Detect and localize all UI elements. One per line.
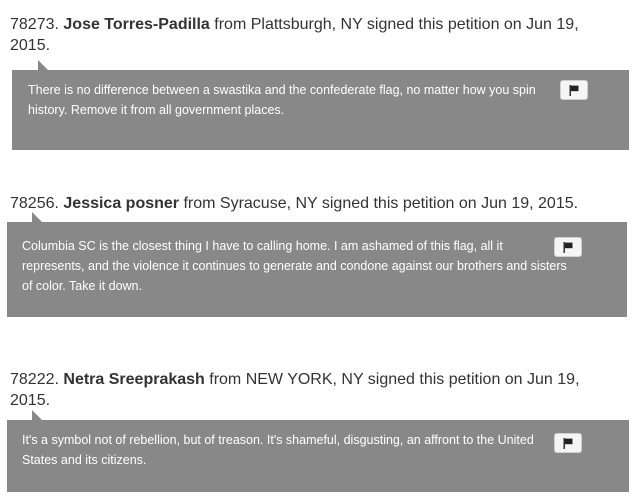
- flag-button[interactable]: [560, 80, 588, 100]
- signature-header: 78273. Jose Torres-Padilla from Plattsbu…: [0, 14, 634, 56]
- comment-bubble: There is no difference between a swastik…: [12, 60, 629, 150]
- flag-icon: [563, 437, 573, 449]
- flag-icon: [569, 84, 579, 96]
- signature-number: 78222.: [10, 371, 59, 388]
- signer-name: Netra Sreeprakash: [63, 371, 205, 388]
- signature-header: 78256. Jessica posner from Syracuse, NY …: [0, 193, 634, 214]
- signature-entry: 78273. Jose Torres-Padilla from Plattsbu…: [0, 14, 634, 150]
- signature-number: 78256.: [10, 195, 59, 212]
- signer-name: Jessica posner: [63, 195, 180, 212]
- signature-entry: 78222. Netra Sreeprakash from NEW YORK, …: [0, 369, 634, 492]
- signer-name: Jose Torres-Padilla: [63, 16, 210, 33]
- signature-entry: 78256. Jessica posner from Syracuse, NY …: [0, 193, 634, 317]
- signature-number: 78273.: [10, 16, 59, 33]
- comment-text: Columbia SC is the closest thing I have …: [22, 239, 567, 293]
- flag-button[interactable]: [554, 237, 582, 257]
- signature-header: 78222. Netra Sreeprakash from NEW YORK, …: [0, 369, 634, 411]
- comment-text: It's a symbol not of rebellion, but of t…: [22, 433, 534, 467]
- flag-button[interactable]: [554, 433, 582, 453]
- bubble-tail: [32, 410, 42, 420]
- bubble-tail: [38, 60, 48, 70]
- comment-text: There is no difference between a swastik…: [28, 83, 536, 117]
- comment-bubble: It's a symbol not of rebellion, but of t…: [7, 410, 629, 492]
- comment-bubble: Columbia SC is the closest thing I have …: [7, 212, 627, 317]
- flag-icon: [563, 241, 573, 253]
- bubble-tail: [32, 212, 42, 222]
- signature-details: from Syracuse, NY signed this petition o…: [179, 195, 579, 212]
